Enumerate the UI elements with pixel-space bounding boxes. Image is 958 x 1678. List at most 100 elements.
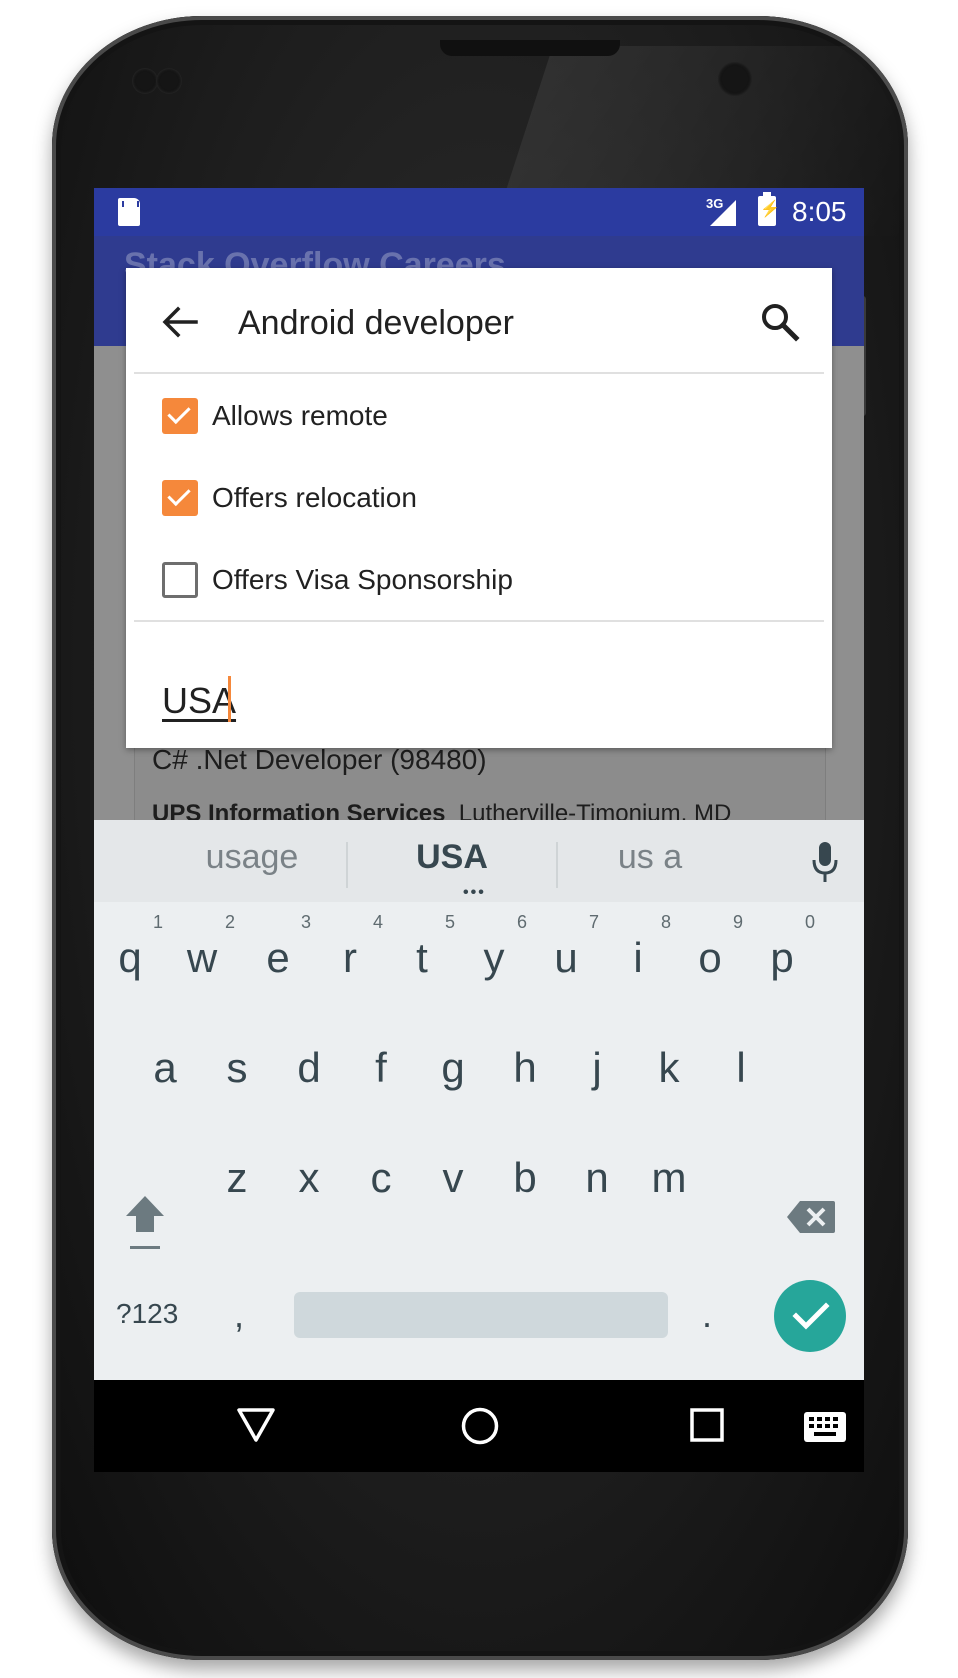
- suggestion-center[interactable]: USA: [352, 838, 552, 877]
- key-char: v: [442, 1154, 464, 1201]
- backspace-icon[interactable]: [786, 1200, 836, 1234]
- nav-back-icon[interactable]: [236, 1406, 276, 1444]
- key-g[interactable]: g: [414, 1016, 492, 1116]
- filter-offers-relocation[interactable]: Offers relocation: [162, 468, 802, 528]
- key-char: t: [416, 934, 428, 981]
- key-k[interactable]: k: [630, 1016, 708, 1116]
- key-char: r: [343, 934, 357, 981]
- key-char: k: [658, 1044, 680, 1091]
- filter-allows-remote[interactable]: Allows remote: [162, 386, 802, 446]
- key-char: j: [592, 1044, 602, 1091]
- nav-home-icon[interactable]: [460, 1406, 500, 1446]
- filter-label: Offers relocation: [212, 482, 417, 513]
- filter-visa-sponsorship[interactable]: Offers Visa Sponsorship: [162, 550, 802, 610]
- key-i[interactable]: 8i: [599, 906, 677, 1006]
- key-char: w: [186, 934, 218, 981]
- key-char: y: [483, 934, 505, 981]
- key-char: f: [375, 1044, 387, 1091]
- search-panel: Android developer Allows remote Offers r…: [126, 268, 832, 748]
- checkmark-icon: [792, 1302, 830, 1330]
- key-hint: 2: [224, 912, 235, 932]
- key-l[interactable]: l: [702, 1016, 780, 1116]
- keyboard-switch-icon[interactable]: [804, 1412, 846, 1442]
- divider: [134, 372, 824, 374]
- key-char: h: [513, 1044, 537, 1091]
- key-char: q: [118, 934, 142, 981]
- space-key[interactable]: [294, 1292, 668, 1338]
- checkbox-visa-sponsorship[interactable]: [162, 562, 198, 598]
- key-hint: 0: [804, 912, 815, 932]
- key-char: e: [266, 934, 290, 981]
- key-a[interactable]: a: [126, 1016, 204, 1116]
- key-char: l: [736, 1044, 746, 1091]
- shift-icon[interactable]: [122, 1190, 168, 1254]
- key-char: g: [441, 1044, 465, 1091]
- status-time: 8:05: [792, 196, 847, 227]
- key-b[interactable]: b: [486, 1126, 564, 1226]
- key-j[interactable]: j: [558, 1016, 636, 1116]
- checkbox-allows-remote[interactable]: [162, 398, 198, 434]
- key-char: z: [226, 1154, 248, 1201]
- key-q[interactable]: 1q: [94, 906, 169, 1006]
- filter-label: Allows remote: [212, 400, 388, 431]
- search-icon[interactable]: [758, 300, 802, 344]
- nav-recents-icon[interactable]: [690, 1408, 724, 1442]
- key-s[interactable]: s: [198, 1016, 276, 1116]
- key-f[interactable]: f: [342, 1016, 420, 1116]
- key-w[interactable]: 2w: [163, 906, 241, 1006]
- key-h[interactable]: h: [486, 1016, 564, 1116]
- key-x[interactable]: x: [270, 1126, 348, 1226]
- key-d[interactable]: d: [270, 1016, 348, 1116]
- front-camera-lens: [718, 62, 752, 96]
- microphone-icon[interactable]: [810, 840, 840, 884]
- sd-card-icon: [118, 198, 140, 226]
- location-input[interactable]: USA: [162, 680, 236, 722]
- key-hint: 8: [660, 912, 671, 932]
- key-z[interactable]: z: [198, 1126, 276, 1226]
- key-t[interactable]: 5t: [383, 906, 461, 1006]
- key-e[interactable]: 3e: [239, 906, 317, 1006]
- signal-icon: [710, 200, 736, 226]
- key-char: i: [633, 934, 643, 981]
- text-cursor: [228, 676, 231, 722]
- key-u[interactable]: 7u: [527, 906, 605, 1006]
- job-title: C# .Net Developer (98480): [152, 744, 487, 775]
- key-o[interactable]: 9o: [671, 906, 749, 1006]
- key-n[interactable]: n: [558, 1126, 636, 1226]
- suggestion-left[interactable]: usage: [152, 838, 352, 877]
- symbols-key[interactable]: ?123: [116, 1298, 178, 1330]
- keyboard: usage USA ••• us a 1q 2w 3e 4r 5t 6y 7u …: [94, 820, 864, 1380]
- comma-key[interactable]: ,: [234, 1294, 244, 1336]
- key-y[interactable]: 6y: [455, 906, 533, 1006]
- key-v[interactable]: v: [414, 1126, 492, 1226]
- key-hint: 6: [516, 912, 527, 932]
- battery-charging-icon: [758, 192, 780, 226]
- key-hint: 9: [732, 912, 743, 932]
- key-c[interactable]: c: [342, 1126, 420, 1226]
- done-key[interactable]: [774, 1280, 846, 1352]
- earpiece-speaker: [440, 40, 620, 56]
- key-hint: 1: [152, 912, 163, 932]
- front-camera: [132, 68, 158, 94]
- key-char: x: [298, 1154, 320, 1201]
- proximity-sensor: [156, 68, 182, 94]
- key-char: m: [651, 1154, 687, 1201]
- search-query[interactable]: Android developer: [238, 304, 514, 343]
- filter-label: Offers Visa Sponsorship: [212, 564, 513, 595]
- key-char: b: [513, 1154, 537, 1201]
- key-r[interactable]: 4r: [311, 906, 389, 1006]
- checkbox-offers-relocation[interactable]: [162, 480, 198, 516]
- back-arrow-icon[interactable]: [160, 302, 200, 342]
- key-m[interactable]: m: [630, 1126, 708, 1226]
- key-hint: 5: [444, 912, 455, 932]
- suggestion-right[interactable]: us a: [550, 838, 750, 877]
- key-char: a: [153, 1044, 177, 1091]
- key-p[interactable]: 0p: [743, 906, 821, 1006]
- key-char: u: [554, 934, 578, 981]
- key-char: c: [370, 1154, 392, 1201]
- period-key[interactable]: .: [702, 1294, 712, 1336]
- key-hint: 3: [300, 912, 311, 932]
- key-char: d: [297, 1044, 321, 1091]
- key-hint: 4: [372, 912, 383, 932]
- divider: [134, 620, 824, 622]
